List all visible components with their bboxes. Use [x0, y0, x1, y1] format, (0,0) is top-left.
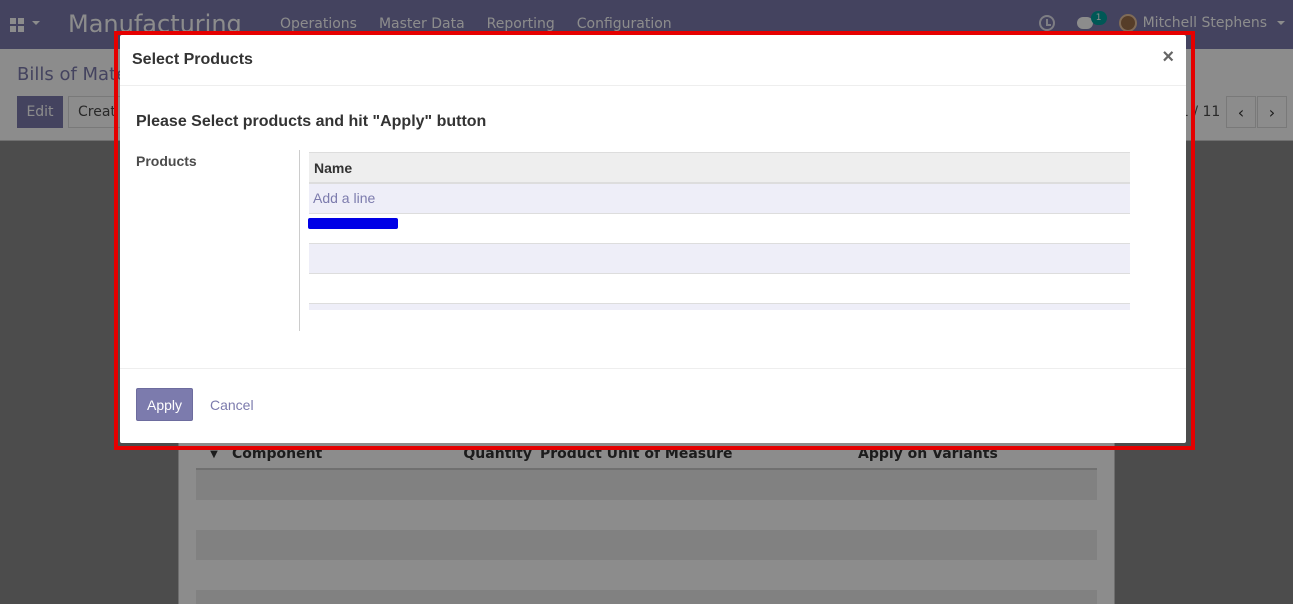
list-item [308, 214, 1130, 244]
products-list: Name Add a line [308, 152, 1130, 310]
modal-header: Select Products × [120, 35, 1186, 86]
field-divider [299, 150, 300, 331]
instruction-heading: Please Select products and hit "Apply" b… [136, 113, 487, 130]
list-item [309, 274, 1130, 304]
list-item [309, 304, 1130, 310]
list-item [309, 244, 1130, 274]
column-name[interactable]: Name [309, 152, 1130, 184]
products-field-label: Products [136, 153, 197, 169]
modal-body: Please Select products and hit "Apply" b… [120, 86, 1186, 368]
modal-title: Select Products [132, 51, 253, 68]
apply-button[interactable]: Apply [136, 388, 193, 421]
blue-marker [308, 218, 398, 229]
cancel-button[interactable]: Cancel [204, 388, 260, 421]
close-icon[interactable]: × [1162, 47, 1174, 67]
select-products-dialog: Select Products × Please Select products… [120, 35, 1186, 443]
modal-footer: Apply Cancel [120, 368, 1186, 443]
add-line-link[interactable]: Add a line [309, 184, 1130, 214]
